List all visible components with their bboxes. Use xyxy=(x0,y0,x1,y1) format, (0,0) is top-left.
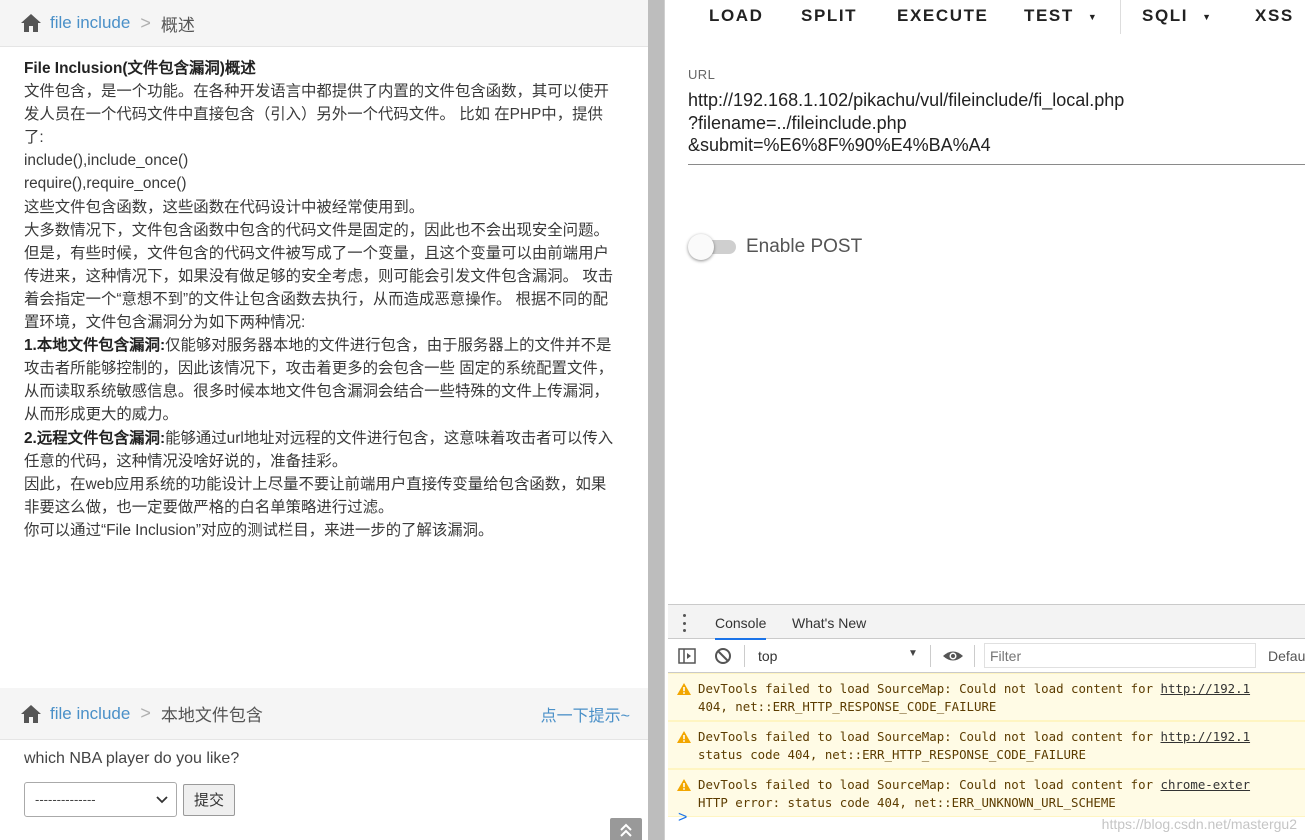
toolbar-divider xyxy=(744,645,745,667)
article-code-line: include(),include_once() xyxy=(24,152,189,170)
toggle-knob xyxy=(688,234,714,260)
url-line: http://192.168.1.102/pikachu/vul/fileinc… xyxy=(688,90,1125,110)
breadcrumb-separator: > xyxy=(140,703,151,723)
warning-icon xyxy=(677,779,691,791)
devtools-drawer: Console What's New top ▼ Filter Defau De… xyxy=(668,604,1305,840)
console-warning: DevTools failed to load SourceMap: Could… xyxy=(668,673,1305,721)
article-local-section: 1.本地文件包含漏洞:仅能够对服务器本地的文件进行包含，由于服务器上的文件并不是… xyxy=(24,334,616,426)
tab-console[interactable]: Console xyxy=(715,615,767,640)
url-line: ?filename=../fileinclude.php xyxy=(688,112,907,133)
test-menu-label: TEST xyxy=(1024,6,1074,25)
caret-down-icon: ▼ xyxy=(1202,11,1213,22)
log-levels-dropdown[interactable]: Defau xyxy=(1268,648,1305,664)
warning-icon xyxy=(677,683,691,695)
test-menu[interactable]: TEST ▼ xyxy=(1024,6,1098,26)
article-code-line: require(),require_once() xyxy=(24,175,187,193)
sqli-menu-label: SQLI xyxy=(1142,6,1189,25)
console-warning: DevTools failed to load SourceMap: Could… xyxy=(668,721,1305,769)
warning-text: 404, net::ERR_HTTP_RESPONSE_CODE_FAILURE xyxy=(698,699,997,714)
caret-down-icon[interactable]: ▼ xyxy=(908,648,918,659)
warning-text: DevTools failed to load SourceMap: Could… xyxy=(698,729,1161,744)
url-line: &submit=%E6%8F%90%E4%BA%A4 xyxy=(688,135,991,155)
home-icon[interactable] xyxy=(20,13,42,33)
filter-placeholder: Filter xyxy=(990,648,1022,664)
warning-text: HTTP error: status code 404, net::ERR_UN… xyxy=(698,795,1116,810)
url-underline xyxy=(688,164,1305,165)
enable-post-row: Enable POST xyxy=(688,234,862,260)
player-select-value: -------------- xyxy=(35,792,96,807)
execute-button[interactable]: EXECUTE xyxy=(897,6,989,26)
url-label: URL xyxy=(688,67,716,82)
warning-source-link[interactable]: http://192.1 xyxy=(1161,729,1251,744)
hint-link[interactable]: 点一下提示~ xyxy=(541,702,630,726)
caret-down-icon: ▼ xyxy=(1087,11,1099,22)
breadcrumb-link-file-include[interactable]: file include xyxy=(50,704,130,724)
home-icon[interactable] xyxy=(20,704,42,724)
toolbar-divider xyxy=(974,645,975,667)
console-warning: DevTools failed to load SourceMap: Could… xyxy=(668,769,1305,817)
context-selector[interactable]: top xyxy=(758,648,777,664)
remote-include-title: 2.远程文件包含漏洞: xyxy=(24,429,166,447)
devtools-tabbar: Console What's New xyxy=(668,605,1305,640)
article-paragraph: 文件包含，是一个功能。在各种开发语言中都提供了内置的文件包含函数，其可以使开发人… xyxy=(24,83,609,147)
warning-text: status code 404, net::ERR_HTTP_RESPONSE_… xyxy=(698,747,1086,762)
article-paragraph: 大多数情况下，文件包含函数中包含的代码文件是固定的，因此也不会出现安全问题。 但… xyxy=(24,221,614,332)
warning-text: DevTools failed to load SourceMap: Could… xyxy=(698,777,1161,792)
player-select[interactable]: -------------- xyxy=(24,782,177,817)
article-paragraph: 这些文件包含函数，这些函数在代码设计中被经常使用到。 xyxy=(24,198,425,216)
load-button[interactable]: LOAD xyxy=(709,6,764,26)
double-chevron-up-icon xyxy=(620,823,632,837)
toolbar-divider xyxy=(1120,0,1121,34)
warning-icon xyxy=(677,731,691,743)
split-button[interactable]: SPLIT xyxy=(801,6,857,26)
clear-console-icon[interactable] xyxy=(714,647,732,665)
pane-divider[interactable] xyxy=(648,0,665,840)
hackbar-pane: LOAD SPLIT EXECUTE TEST ▼ SQLI ▼ XSS URL h… xyxy=(668,0,1305,840)
local-include-title: 1.本地文件包含漏洞: xyxy=(24,337,166,355)
tab-whats-new[interactable]: What's New xyxy=(792,615,866,631)
breadcrumb: file include > 概述 xyxy=(0,0,648,47)
more-options-icon[interactable] xyxy=(683,614,687,632)
warning-source-link[interactable]: http://192.1 xyxy=(1161,681,1251,696)
form-question: which NBA player do you like? xyxy=(24,750,240,767)
url-input[interactable]: http://192.168.1.102/pikachu/vul/fileinc… xyxy=(688,89,1288,157)
breadcrumb-link-file-include[interactable]: file include xyxy=(50,13,130,33)
article-title: File Inclusion(文件包含漏洞)概述 xyxy=(24,60,256,77)
chevron-down-icon xyxy=(156,795,168,803)
article-paragraph: 你可以通过“File Inclusion”对应的测试栏目，来进一步的了解该漏洞。 xyxy=(24,521,494,539)
watermark: https://blog.csdn.net/mastergu2 xyxy=(1101,816,1297,832)
enable-post-label: Enable POST xyxy=(746,236,863,257)
console-prompt[interactable]: > xyxy=(678,809,687,827)
article-paragraph: 因此，在web应用系统的功能设计上尽量不要让前端用户直接传变量给包含函数，如果非… xyxy=(24,475,607,516)
eye-icon[interactable] xyxy=(942,647,964,665)
console-toolbar: top ▼ Filter Defau xyxy=(668,639,1305,673)
article-remote-section: 2.远程文件包含漏洞:能够通过url地址对远程的文件进行包含，这意味着攻击者可以… xyxy=(24,427,616,473)
sqli-menu[interactable]: SQLI ▼ xyxy=(1142,6,1213,26)
warning-text: DevTools failed to load SourceMap: Could… xyxy=(698,681,1161,696)
warning-source-link[interactable]: chrome-exter xyxy=(1161,777,1251,792)
filter-input[interactable]: Filter xyxy=(984,643,1256,668)
enable-post-toggle[interactable] xyxy=(688,234,736,260)
xss-menu[interactable]: XSS xyxy=(1255,6,1294,26)
breadcrumb-section: file include > 本地文件包含 点一下提示~ xyxy=(0,688,648,740)
breadcrumb-current: 概述 xyxy=(160,15,195,35)
submit-button[interactable]: 提交 xyxy=(183,783,236,816)
toolbar-divider xyxy=(930,645,931,667)
breadcrumb-separator: > xyxy=(140,12,151,33)
left-pane: file include > 概述 File Inclusion(文件包含漏洞)… xyxy=(0,0,648,840)
sidebar-toggle-icon[interactable] xyxy=(678,647,696,665)
scroll-to-top-button[interactable] xyxy=(610,818,642,840)
player-form: which NBA player do you like? ----------… xyxy=(24,750,624,817)
hackbar-toolbar: LOAD SPLIT EXECUTE TEST ▼ SQLI ▼ XSS xyxy=(668,0,1305,36)
breadcrumb-current: 本地文件包含 xyxy=(160,706,263,725)
article: File Inclusion(文件包含漏洞)概述 文件包含，是一个功能。在各种开… xyxy=(24,57,616,542)
